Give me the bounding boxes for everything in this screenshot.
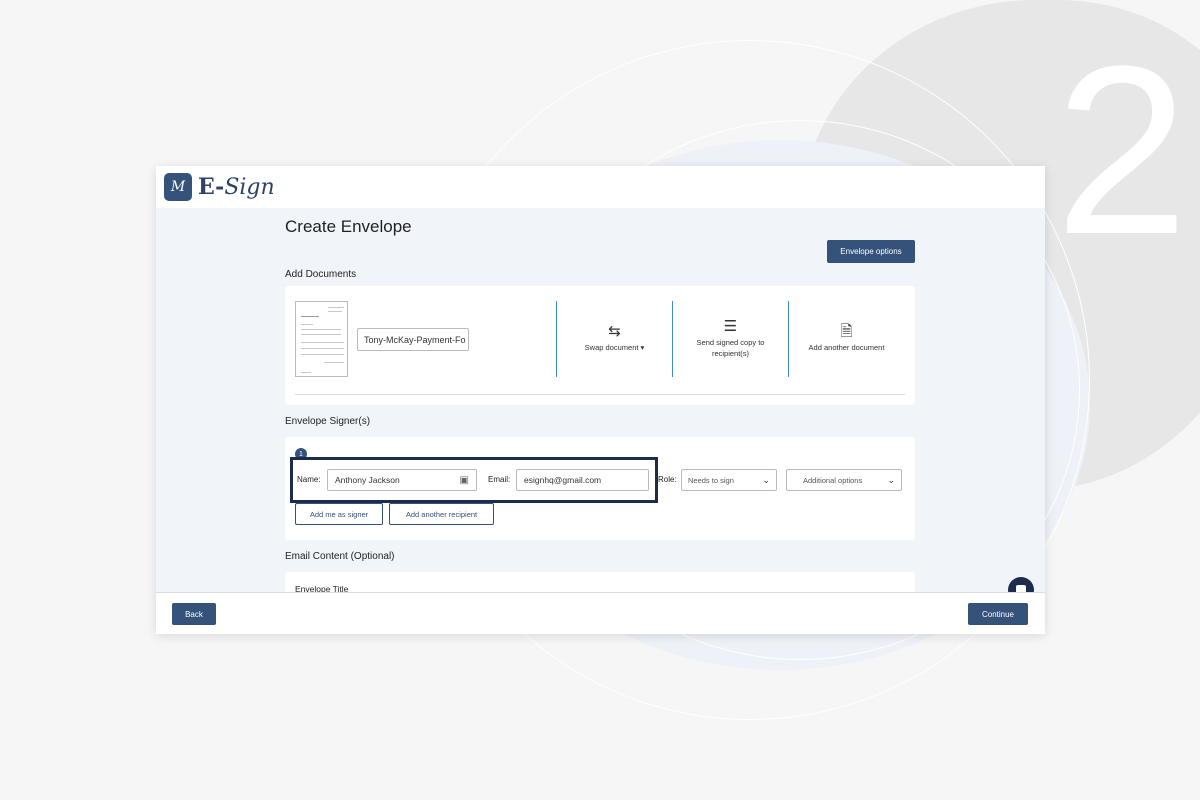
step-number: 2: [1055, 16, 1189, 284]
add-documents-label: Add Documents: [285, 269, 357, 280]
email-label: Email:: [488, 475, 511, 484]
logo-text-sign: Sign: [224, 175, 275, 200]
chevron-down-icon: ⌄: [762, 474, 770, 485]
lines-icon: ☰: [723, 318, 738, 336]
continue-button[interactable]: Continue: [968, 603, 1028, 625]
add-another-document-button[interactable]: 🗎 Add another document: [789, 301, 904, 377]
chevron-down-icon: ⌄: [887, 474, 895, 485]
documents-card: Tony-McKay-Payment-Fo ⇆ Swap document ▾ …: [285, 286, 915, 405]
logo-text-e: E-: [198, 174, 225, 200]
page-title: Create Envelope: [285, 217, 412, 236]
add-document-icon: 🗎: [840, 323, 853, 341]
role-label: Role:: [658, 475, 677, 484]
signers-card: 1 Name: Anthony Jackson ▣ Email: esignhq…: [285, 437, 915, 540]
role-value: Needs to sign: [688, 475, 734, 485]
email-field[interactable]: esignhq@gmail.com: [516, 469, 649, 491]
top-bar: M E-Sign: [156, 166, 1045, 208]
document-name-field[interactable]: Tony-McKay-Payment-Fo: [357, 328, 469, 351]
back-button[interactable]: Back: [172, 603, 216, 625]
send-signed-copy-label: Send signed copy to recipient(s): [696, 338, 765, 358]
additional-options-value: Additional options: [803, 475, 863, 485]
name-label: Name:: [297, 475, 321, 484]
app-window: M E-Sign Create Envelope Envelope option…: [156, 166, 1045, 634]
add-another-document-label: Add another document: [808, 343, 885, 353]
email-content-label: Email Content (Optional): [285, 551, 395, 562]
logo-text: E-Sign: [198, 174, 275, 200]
name-value: Anthony Jackson: [335, 475, 400, 485]
add-another-recipient-button[interactable]: Add another recipient: [389, 503, 494, 525]
add-me-as-signer-button[interactable]: Add me as signer: [295, 503, 383, 525]
swap-document-label: Swap document ▾: [584, 343, 645, 353]
additional-options-select[interactable]: Additional options ⌄: [786, 469, 902, 491]
swap-arrows-icon: ⇆: [608, 323, 621, 341]
role-select[interactable]: Needs to sign ⌄: [681, 469, 777, 491]
swap-document-button[interactable]: ⇆ Swap document ▾: [557, 301, 672, 377]
logo-icon: M: [164, 173, 192, 201]
documents-divider: [295, 394, 905, 395]
document-thumbnail[interactable]: [295, 301, 348, 377]
envelope-options-button[interactable]: Envelope options: [827, 240, 915, 263]
name-field[interactable]: Anthony Jackson ▣: [327, 469, 477, 491]
envelope-signers-label: Envelope Signer(s): [285, 416, 371, 427]
contacts-icon[interactable]: ▣: [460, 475, 469, 486]
send-signed-copy-button[interactable]: ☰ Send signed copy to recipient(s): [673, 301, 788, 377]
footer-bar: Back Continue: [156, 592, 1045, 634]
